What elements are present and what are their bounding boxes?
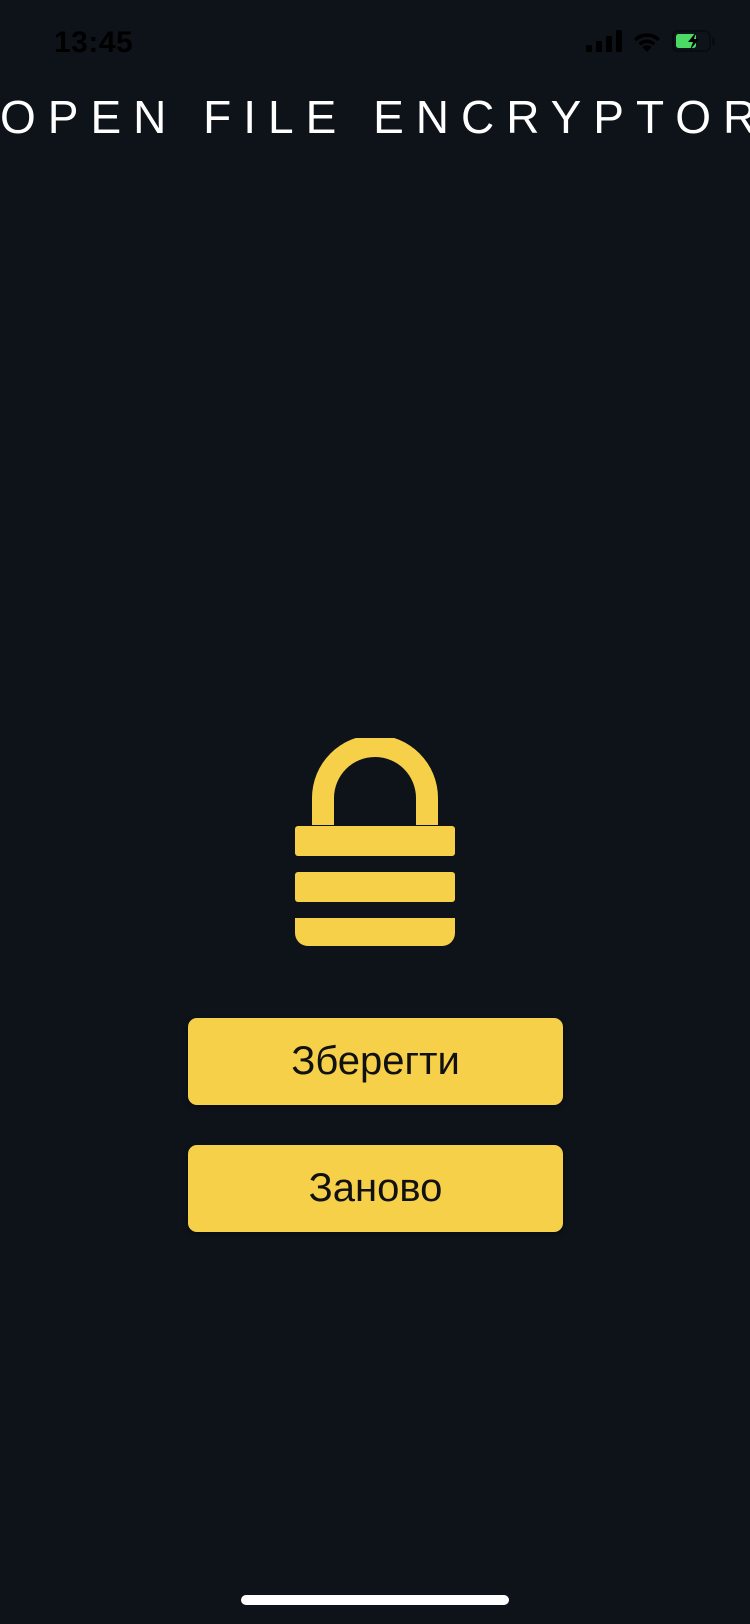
status-time: 13:45 bbox=[54, 26, 134, 59]
lock-icon bbox=[295, 735, 455, 946]
home-indicator[interactable] bbox=[241, 1595, 509, 1605]
wifi-icon bbox=[632, 30, 662, 52]
battery-charging-icon bbox=[672, 30, 716, 52]
app-title: OPEN FILE ENCRYPTOR bbox=[0, 91, 750, 143]
status-bar: 13:45 bbox=[0, 0, 750, 90]
cellular-signal-icon bbox=[586, 30, 622, 52]
reset-button[interactable]: Заново bbox=[188, 1145, 563, 1232]
status-icons bbox=[586, 30, 716, 52]
save-button[interactable]: Зберегти bbox=[188, 1018, 563, 1105]
